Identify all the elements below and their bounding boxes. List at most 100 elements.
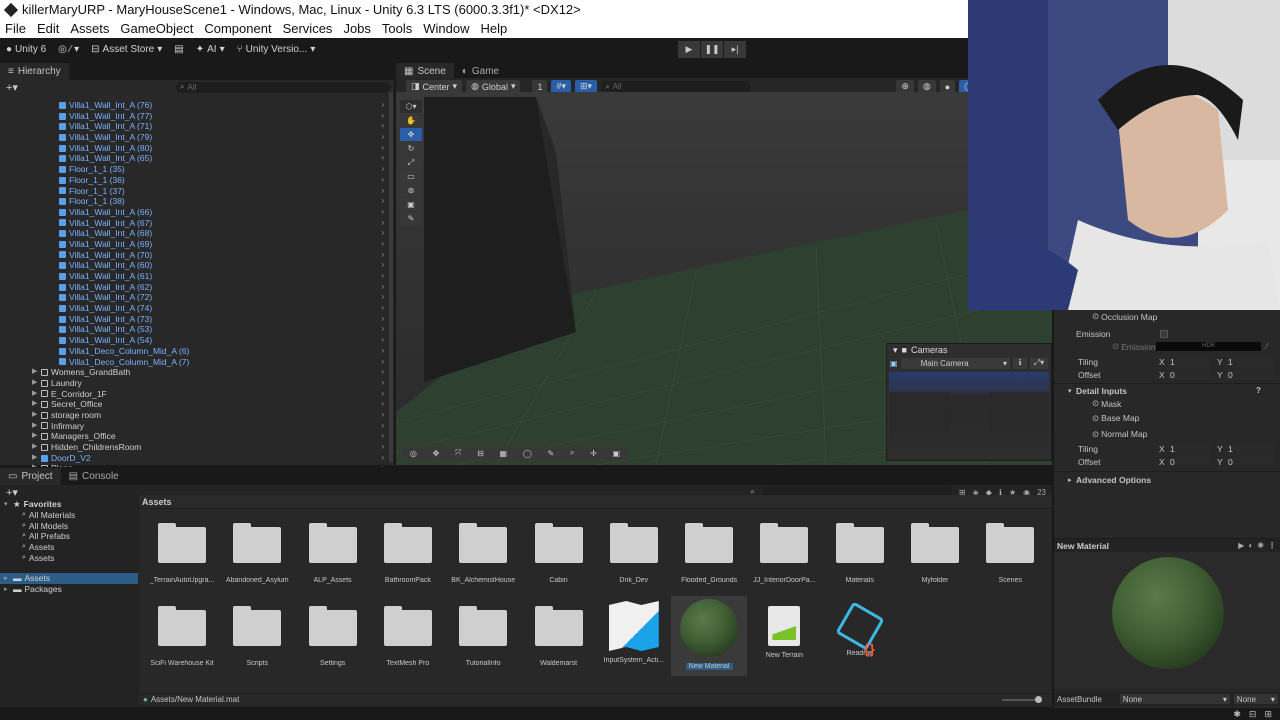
eyedropper-icon[interactable]: ⁄: [1266, 342, 1267, 351]
scene-search-input[interactable]: All: [613, 82, 622, 91]
offset-x-field[interactable]: 0: [1168, 456, 1210, 467]
collapse-icon[interactable]: ▾: [893, 345, 898, 356]
tiling-x-field[interactable]: 1: [1168, 356, 1210, 367]
chevron-right-icon[interactable]: ›: [381, 250, 384, 261]
chevron-right-icon[interactable]: ›: [381, 153, 384, 164]
hierarchy-item[interactable]: Villa1_Wall_Int_A (72) ›: [0, 292, 394, 303]
more-icon[interactable]: ⋮: [1268, 541, 1276, 550]
chevron-right-icon[interactable]: ▶: [32, 421, 41, 432]
hierarchy-item[interactable]: Villa1_Wall_Int_A (73) ›: [0, 314, 394, 325]
chevron-right-icon[interactable]: ▶: [32, 399, 41, 410]
zoom-icon[interactable]: ⌕: [570, 448, 574, 458]
advanced-options-header[interactable]: ▸ Advanced Options: [1054, 472, 1280, 488]
custom-tool[interactable]: ▣: [400, 198, 422, 211]
help-icon[interactable]: ?: [1256, 386, 1261, 395]
hierarchy-item[interactable]: Villa1_Wall_Int_A (69) ›: [0, 239, 394, 250]
progress-icon[interactable]: ⊟: [1249, 709, 1257, 720]
package-button[interactable]: ▤: [168, 38, 189, 60]
cloud-button[interactable]: ◎ ⁄ ▾: [52, 38, 85, 60]
offset-y-field[interactable]: 0: [1226, 456, 1274, 467]
menu-edit[interactable]: Edit: [37, 21, 59, 36]
chevron-right-icon[interactable]: ›: [381, 239, 384, 250]
asset-folder[interactable]: Cabin: [521, 513, 597, 593]
align-icon[interactable]: ⊟: [477, 449, 484, 458]
pause-button[interactable]: ❚❚: [701, 41, 723, 58]
move-icon[interactable]: ✥: [433, 449, 440, 458]
scale-icon[interactable]: ⤧: [455, 448, 461, 458]
chevron-right-icon[interactable]: ›: [381, 442, 384, 453]
hierarchy-item[interactable]: Villa1_Wall_Int_A (74) ›: [0, 303, 394, 314]
asset-folder[interactable]: TextMesh Pro: [370, 596, 446, 676]
hierarchy-item[interactable]: Villa1_Wall_Int_A (76) ›: [0, 100, 394, 111]
breadcrumb-assets[interactable]: Assets: [142, 497, 172, 507]
hierarchy-item[interactable]: Villa1_Wall_Int_A (68) ›: [0, 228, 394, 239]
hierarchy-item[interactable]: Villa1_Wall_Int_A (61) ›: [0, 271, 394, 282]
asset-input[interactable]: InputSystem_Acti...: [596, 596, 672, 676]
chevron-right-icon[interactable]: ›: [381, 196, 384, 207]
chevron-right-icon[interactable]: ›: [381, 421, 384, 432]
paint-icon[interactable]: ✎: [547, 449, 554, 458]
asset-folder[interactable]: JJ_InteriorDoorPa...: [746, 513, 822, 593]
hierarchy-item[interactable]: Villa1_Wall_Int_A (65) ›: [0, 153, 394, 164]
camera-dropdown[interactable]: Main Camera ▾: [900, 357, 1010, 369]
step-button[interactable]: ▸|: [724, 41, 746, 58]
rotate-icon[interactable]: ◯: [523, 449, 532, 458]
hierarchy-item[interactable]: Villa1_Wall_Int_A (70) ›: [0, 250, 394, 261]
chevron-right-icon[interactable]: ›: [381, 346, 384, 357]
menu-gameobject[interactable]: GameObject: [120, 21, 193, 36]
zoom-slider-thumb[interactable]: [1035, 695, 1042, 703]
move-tool[interactable]: ✥: [400, 128, 422, 141]
asset-folder[interactable]: SciFi Warehouse Kit: [144, 596, 220, 676]
asset-folder[interactable]: Scenes: [972, 513, 1048, 593]
asset-folder[interactable]: Waldemarst: [521, 596, 597, 676]
pivot-icon[interactable]: ✛: [590, 449, 597, 458]
menu-tools[interactable]: Tools: [382, 21, 412, 36]
asset-folder[interactable]: ALP_Assets: [295, 513, 371, 593]
scene-search[interactable]: ⌕ All: [601, 81, 752, 92]
chevron-right-icon[interactable]: ›: [381, 100, 384, 111]
favorite-item[interactable]: ⌕ All Materials: [0, 510, 138, 521]
asset-folder[interactable]: Scripts: [219, 596, 295, 676]
chevron-right-icon[interactable]: ▶: [32, 378, 41, 389]
chevron-right-icon[interactable]: ›: [381, 186, 384, 197]
hierarchy-search-input[interactable]: All: [187, 83, 196, 92]
chevron-right-icon[interactable]: ›: [381, 218, 384, 229]
asset-folder[interactable]: Myfolder: [897, 513, 973, 593]
menu-jobs[interactable]: Jobs: [343, 21, 370, 36]
offset-x-field[interactable]: 0: [1168, 369, 1210, 380]
menu-help[interactable]: Help: [481, 21, 508, 36]
tab-console[interactable]: ▤ Console: [60, 468, 127, 485]
chevron-right-icon[interactable]: ›: [381, 324, 384, 335]
add-button[interactable]: +▾: [6, 81, 18, 94]
add-button[interactable]: +▾: [6, 486, 18, 499]
paint-tool[interactable]: ✎: [400, 212, 422, 225]
offset-y-field[interactable]: 0: [1226, 369, 1274, 380]
favorite-item[interactable]: ⌕ Assets: [0, 552, 138, 563]
chevron-right-icon[interactable]: ›: [381, 389, 384, 400]
hierarchy-item[interactable]: ▶ Hidden_ChildrensRoom ›: [0, 442, 394, 453]
light-icon[interactable]: ✺: [1257, 541, 1264, 550]
hierarchy-item[interactable]: ▶ Womens_GrandBath ›: [0, 367, 394, 378]
hierarchy-item[interactable]: Villa1_Wall_Int_A (53) ›: [0, 324, 394, 335]
chevron-right-icon[interactable]: ›: [381, 357, 384, 368]
chevron-right-icon[interactable]: ›: [381, 228, 384, 239]
hierarchy-item[interactable]: Villa1_Wall_Int_A (71) ›: [0, 121, 394, 132]
chevron-right-icon[interactable]: ›: [381, 335, 384, 346]
tab-project[interactable]: ▭ Project: [0, 468, 61, 485]
tiling-x-field[interactable]: 1: [1168, 443, 1210, 454]
orbit-icon[interactable]: ◎: [410, 449, 417, 458]
chevron-right-icon[interactable]: ›: [381, 260, 384, 271]
rotate-tool[interactable]: ↻: [400, 142, 422, 155]
asset-folder[interactable]: BathroomPack: [370, 513, 446, 593]
favorites-header[interactable]: ▾ ★ Favorites: [0, 499, 138, 510]
chevron-right-icon[interactable]: ▶: [32, 367, 41, 378]
chevron-right-icon[interactable]: ›: [381, 271, 384, 282]
chevron-right-icon[interactable]: ›: [381, 282, 384, 293]
menu-assets[interactable]: Assets: [70, 21, 109, 36]
asset-material[interactable]: New Material: [671, 596, 748, 676]
hierarchy-item[interactable]: Floor_1_1 (36) ›: [0, 175, 394, 186]
hierarchy-item[interactable]: ▶ Laundry ›: [0, 378, 394, 389]
favorite-item[interactable]: ⌕ Assets: [0, 542, 138, 553]
chevron-right-icon[interactable]: ›: [381, 431, 384, 442]
hierarchy-item[interactable]: ▶ DoorD_V2 ›: [0, 453, 394, 464]
